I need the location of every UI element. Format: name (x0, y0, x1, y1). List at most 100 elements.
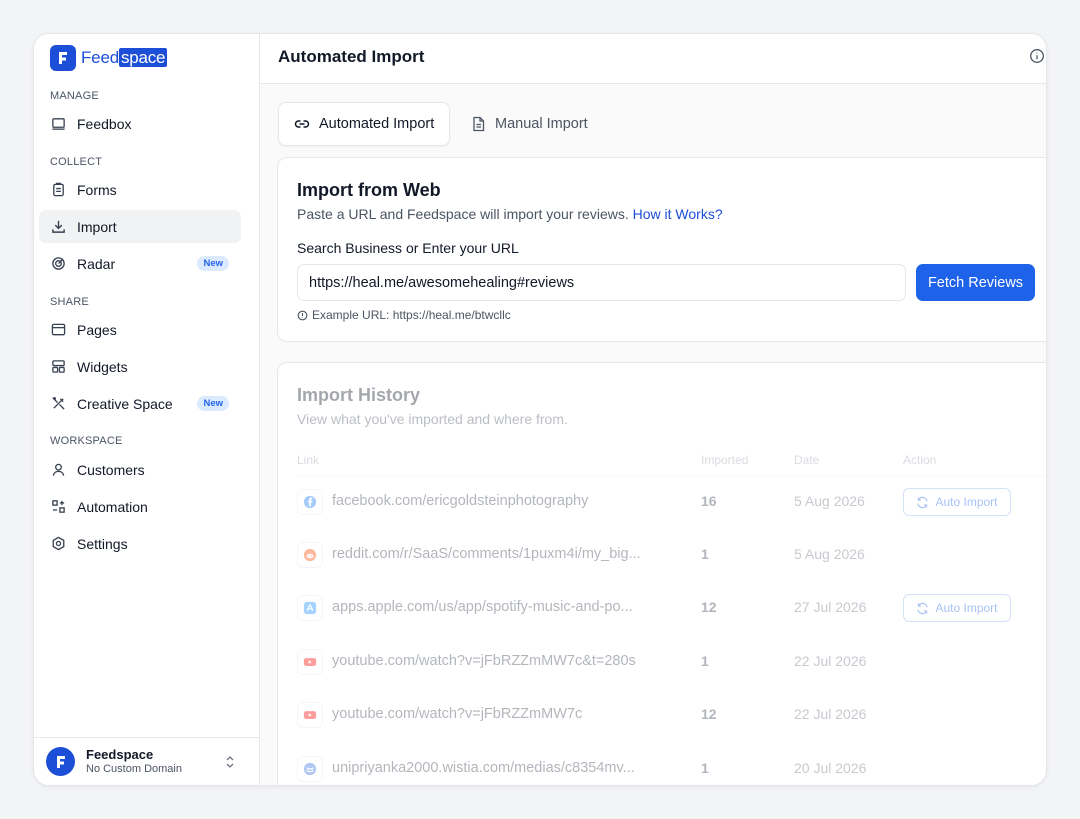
main-content: Automated Import Automated Import Manual… (260, 34, 1046, 785)
sidebar-item-label: Automation (77, 498, 148, 515)
sidebar-item-widgets[interactable]: Widgets (39, 350, 241, 383)
radar-icon (50, 256, 66, 272)
pencil-ruler-icon (50, 396, 66, 412)
info-icon[interactable] (1029, 48, 1045, 69)
document-icon (471, 116, 486, 132)
sidebar-item-label: Radar (77, 255, 116, 272)
workspace-name: Feedspace (86, 746, 154, 762)
browser-icon (50, 322, 66, 338)
table-row: facebook.com/ericgoldsteinphotography 16… (278, 476, 1046, 529)
facebook-icon (297, 489, 323, 515)
sidebar: Feed space MANAGE Feedbox COLLECT Forms I… (34, 34, 260, 785)
youtube-icon (297, 702, 323, 728)
sidebar-item-label: Feedbox (77, 115, 132, 132)
row-imported-count: 1 (701, 546, 709, 562)
row-imported-count: 1 (701, 653, 709, 669)
avatar (46, 747, 75, 776)
app-window: Feed space MANAGE Feedbox COLLECT Forms I… (33, 33, 1047, 786)
row-link[interactable]: youtube.com/watch?v=jFbRZZmMW7c&t=280s (332, 653, 636, 669)
workspace-domain: No Custom Domain (86, 762, 182, 775)
clipboard-icon (50, 182, 66, 198)
column-header-link: Link (297, 453, 320, 467)
table-row: unipriyanka2000.wistia.com/medias/c8354m… (278, 743, 1046, 785)
row-link[interactable]: reddit.com/r/SaaS/comments/1puxm4i/my_bi… (332, 546, 641, 562)
sidebar-item-creative-space[interactable]: Creative Space New (39, 387, 241, 420)
sidebar-item-label: Settings (77, 535, 128, 552)
tab-label: Manual Import (495, 116, 588, 132)
row-imported-count: 16 (701, 493, 717, 509)
new-badge: New (197, 256, 229, 271)
row-date: 22 Jul 2026 (794, 706, 867, 722)
sidebar-item-import[interactable]: Import (39, 210, 241, 243)
row-imported-count: 12 (701, 706, 717, 722)
tab-automated-import[interactable]: Automated Import (278, 102, 451, 146)
user-icon (50, 462, 66, 478)
automation-icon (50, 499, 66, 515)
card-subtitle: View what you've imported and where from… (297, 411, 568, 427)
row-imported-count: 1 (701, 760, 709, 776)
section-label-collect: COLLECT (50, 156, 103, 168)
section-label-workspace: WORKSPACE (50, 435, 123, 447)
new-badge: New (197, 396, 229, 411)
refresh-icon (916, 602, 929, 615)
sidebar-item-label: Import (77, 218, 117, 235)
brand-logo[interactable]: Feed space (50, 45, 168, 71)
sidebar-item-radar[interactable]: Radar New (39, 247, 241, 280)
import-from-web-card: Import from Web Paste a URL and Feedspac… (277, 157, 1046, 342)
row-date: 22 Jul 2026 (794, 653, 867, 669)
sidebar-item-customers[interactable]: Customers (39, 453, 241, 486)
download-icon (50, 219, 66, 235)
row-link[interactable]: apps.apple.com/us/app/spotify-music-and-… (332, 599, 633, 615)
column-header-action: Action (903, 453, 937, 467)
sidebar-item-label: Widgets (77, 358, 128, 375)
info-icon (297, 310, 308, 321)
fetch-reviews-button[interactable]: Fetch Reviews (916, 264, 1035, 301)
auto-import-button[interactable]: Auto Import (903, 488, 1011, 516)
table-row: reddit.com/r/SaaS/comments/1puxm4i/my_bi… (278, 529, 1046, 582)
sidebar-item-label: Forms (77, 181, 117, 198)
page-title: Automated Import (278, 47, 425, 66)
import-history-card: Import History View what you've imported… (277, 362, 1046, 785)
workspace-switcher[interactable]: Feedspace No Custom Domain (34, 737, 259, 785)
auto-import-button[interactable]: Auto Import (903, 594, 1011, 622)
row-date: 5 Aug 2026 (794, 546, 865, 562)
brand-name: Feed space (81, 48, 168, 67)
tab-label: Automated Import (319, 116, 435, 132)
top-bar: Automated Import (260, 34, 1046, 84)
sidebar-item-label: Customers (77, 461, 145, 478)
row-link[interactable]: unipriyanka2000.wistia.com/medias/c8354m… (332, 760, 635, 776)
row-imported-count: 12 (701, 599, 717, 615)
sidebar-item-label: Creative Space (77, 395, 173, 412)
link-icon (294, 116, 310, 132)
example-url-hint: Example URL: https://heal.me/btwcllc (297, 308, 511, 322)
row-date: 27 Jul 2026 (794, 599, 867, 615)
sidebar-item-automation[interactable]: Automation (39, 490, 241, 523)
table-row: youtube.com/watch?v=jFbRZZmMW7c&t=280s 1… (278, 636, 1046, 689)
row-date: 5 Aug 2026 (794, 493, 865, 509)
how-it-works-link[interactable]: How it Works? (633, 206, 723, 222)
table-row: youtube.com/watch?v=jFbRZZmMW7c 12 22 Ju… (278, 689, 1046, 742)
sidebar-item-label: Pages (77, 321, 117, 338)
card-title: Import from Web (297, 180, 441, 200)
feedspace-logo-icon (50, 45, 76, 71)
sidebar-item-forms[interactable]: Forms (39, 173, 241, 206)
url-field-label: Search Business or Enter your URL (297, 240, 519, 256)
widgets-icon (50, 359, 66, 375)
gear-icon (50, 536, 66, 552)
tab-manual-import[interactable]: Manual Import (456, 102, 603, 146)
table-row: apps.apple.com/us/app/spotify-music-and-… (278, 582, 1046, 635)
sidebar-item-feedbox[interactable]: Feedbox (39, 107, 241, 140)
url-input[interactable] (297, 264, 906, 301)
inbox-icon (50, 116, 66, 132)
app-store-icon (297, 595, 323, 621)
row-link[interactable]: facebook.com/ericgoldsteinphotography (332, 493, 588, 509)
sidebar-item-settings[interactable]: Settings (39, 527, 241, 560)
sidebar-item-pages[interactable]: Pages (39, 313, 241, 346)
row-link[interactable]: youtube.com/watch?v=jFbRZZmMW7c (332, 706, 582, 722)
column-header-date: Date (794, 453, 820, 467)
card-subtitle: Paste a URL and Feedspace will import yo… (297, 206, 723, 222)
workspace-info: Feedspace No Custom Domain (86, 746, 182, 776)
chevron-up-down-icon (225, 755, 235, 774)
refresh-icon (916, 496, 929, 509)
card-title: Import History (297, 385, 421, 405)
